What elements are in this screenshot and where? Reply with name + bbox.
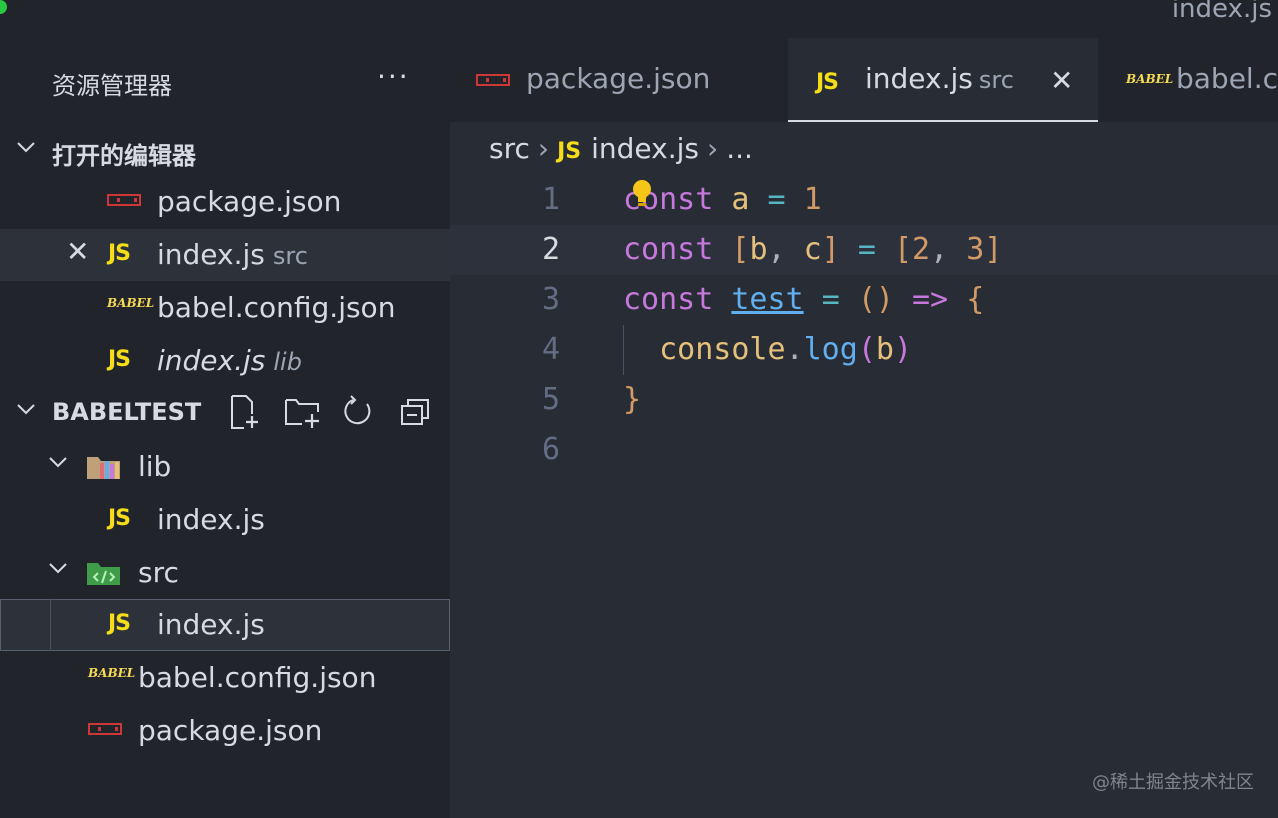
code-line: 6	[450, 425, 1278, 475]
code-line: 4 console.log(b)	[450, 325, 1278, 375]
window-close-button[interactable]	[0, 0, 7, 14]
js-icon: JS	[108, 347, 131, 372]
tab-label: package.json	[526, 62, 711, 95]
js-icon: JS	[108, 611, 131, 636]
babel-icon: BABEL	[1126, 72, 1174, 86]
chevron-down-icon	[14, 135, 38, 165]
tab-babel-config[interactable]: BABEL babel.config.json	[1098, 38, 1278, 122]
tab-label: index.js	[865, 62, 973, 95]
refresh-icon[interactable]	[341, 394, 375, 438]
line-number: 4	[541, 332, 560, 367]
more-actions-icon[interactable]: ···	[377, 60, 410, 93]
tab-label: babel.config.json	[1176, 62, 1278, 95]
new-folder-icon[interactable]	[284, 394, 322, 438]
npm-icon	[107, 194, 141, 206]
explorer-sidebar: 资源管理器 ··· 打开的编辑器 package.json ✕ JS index…	[0, 38, 450, 818]
open-editor-item[interactable]: JS index.js lib	[0, 335, 450, 387]
tree-item-name: index.js	[157, 608, 265, 641]
chevron-right-icon: ›	[707, 132, 719, 165]
open-editor-name: index.js	[157, 238, 265, 271]
indent-guide	[623, 325, 624, 375]
js-icon: JS	[557, 139, 582, 164]
new-file-icon[interactable]	[228, 394, 262, 438]
explorer-title: 资源管理器	[52, 72, 172, 100]
open-editor-desc: lib	[273, 348, 302, 376]
watermark: @稀土掘金技术社区	[1092, 772, 1254, 793]
js-icon: JS	[816, 70, 839, 95]
breadcrumb-file[interactable]: index.js	[591, 132, 699, 165]
tree-item-name: index.js	[157, 503, 265, 536]
line-number: 3	[541, 282, 560, 317]
open-editor-desc: src	[272, 242, 308, 270]
tree-folder-src[interactable]: src	[0, 547, 450, 599]
npm-icon	[88, 723, 122, 735]
babel-icon: BABEL	[88, 666, 136, 680]
editor-tab-bar: package.json JS index.js src ✕ BABEL babe…	[450, 38, 1278, 122]
tree-item-name: babel.config.json	[138, 661, 377, 694]
collapse-all-icon[interactable]	[398, 394, 432, 438]
chevron-down-icon	[14, 397, 38, 427]
open-editor-name: package.json	[157, 185, 342, 218]
js-icon: JS	[108, 241, 131, 266]
tab-desc: src	[978, 66, 1014, 94]
line-number: 6	[541, 432, 560, 467]
babel-icon: BABEL	[107, 296, 155, 310]
open-editor-item[interactable]: BABEL babel.config.json	[0, 282, 450, 334]
open-editors-label: 打开的编辑器	[52, 142, 196, 170]
tab-index-js[interactable]: JS index.js src ✕	[788, 38, 1098, 122]
tree-file[interactable]: JS index.js	[0, 599, 450, 651]
chevron-right-icon: ›	[537, 132, 550, 165]
breadcrumb: src › JS index.js ›...	[489, 132, 753, 165]
code-text: }	[623, 382, 642, 417]
open-editor-item[interactable]: package.json	[0, 176, 450, 228]
breadcrumb-folder[interactable]: src	[489, 132, 530, 165]
code-line-current: 2 const [b, c] = [2, 3]	[450, 225, 1278, 275]
line-number: 2	[541, 232, 560, 267]
project-header[interactable]: BABELTEST	[0, 388, 450, 440]
window-title: index.js	[1171, 0, 1272, 24]
code-text: const test = () => {	[623, 282, 985, 317]
npm-icon	[476, 74, 510, 86]
chevron-down-icon	[46, 450, 70, 480]
open-editor-name: index.js	[157, 344, 266, 377]
lightbulb-icon[interactable]	[630, 179, 654, 207]
tree-folder-lib[interactable]: lib	[0, 441, 450, 493]
tree-file[interactable]: BABEL babel.config.json	[0, 652, 450, 704]
title-bar: index.js	[0, 0, 1278, 38]
open-editor-item[interactable]: ✕ JS index.js src	[0, 229, 450, 281]
open-editors-header[interactable]: 打开的编辑器	[0, 126, 450, 178]
close-icon[interactable]: ✕	[66, 235, 89, 268]
tab-package-json[interactable]: package.json	[450, 38, 788, 122]
code-editor[interactable]: 1 const a = 1 2 const [b, c] = [2, 3] 3 …	[450, 175, 1278, 818]
indent-guide	[50, 599, 51, 651]
project-label: BABELTEST	[52, 398, 202, 426]
breadcrumb-more[interactable]: ...	[726, 132, 753, 165]
code-text: console.log(b)	[659, 332, 912, 367]
code-line: 1 const a = 1	[450, 175, 1278, 225]
code-line: 5 }	[450, 375, 1278, 425]
js-icon: JS	[108, 506, 131, 531]
line-number: 5	[541, 382, 560, 417]
chevron-down-icon	[46, 556, 70, 586]
open-editor-name: babel.config.json	[157, 291, 396, 324]
source-folder-icon	[86, 559, 120, 585]
code-line: 3 const test = () => {	[450, 275, 1278, 325]
close-tab-icon[interactable]: ✕	[1050, 64, 1073, 97]
tree-item-name: src	[138, 556, 179, 589]
code-text: const [b, c] = [2, 3]	[623, 232, 1003, 267]
tree-item-name: lib	[138, 450, 172, 483]
tree-item-name: package.json	[138, 714, 323, 747]
tree-file[interactable]: package.json	[0, 705, 450, 757]
explorer-header: 资源管理器 ···	[0, 38, 450, 122]
library-folder-icon	[86, 453, 120, 479]
line-number: 1	[541, 182, 560, 217]
tree-file[interactable]: JS index.js	[0, 494, 450, 546]
